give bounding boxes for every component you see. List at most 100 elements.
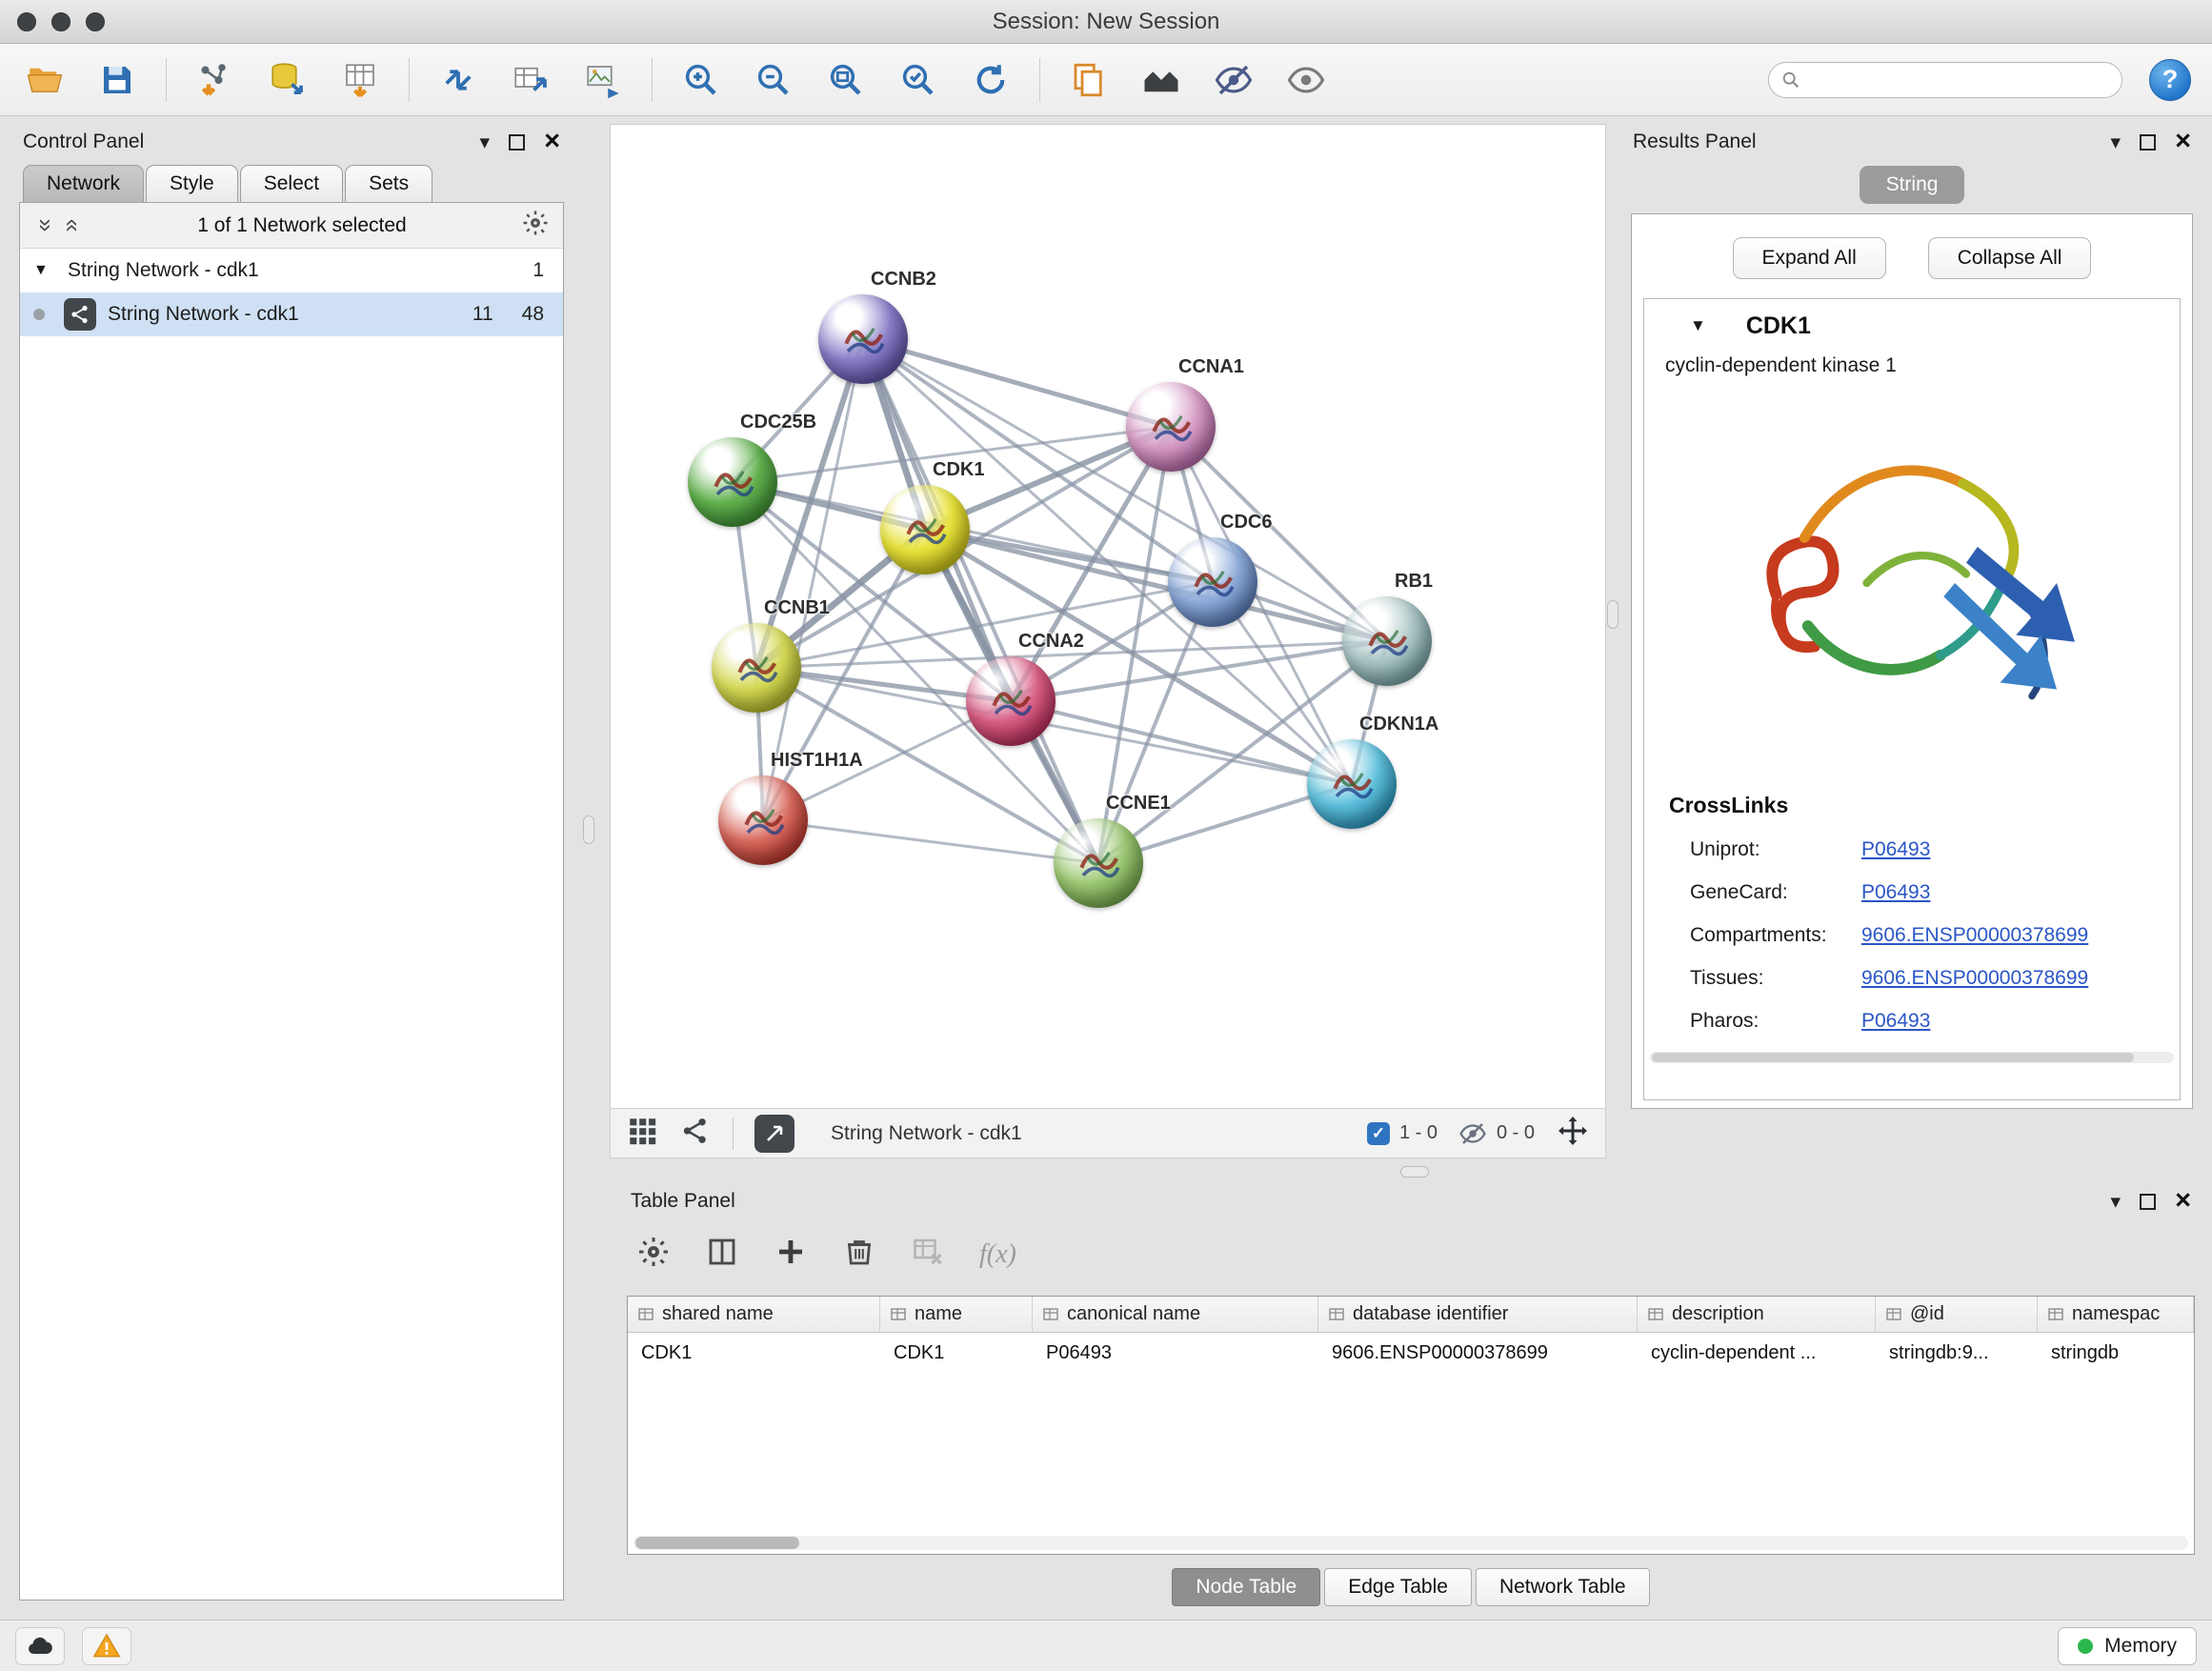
table-row[interactable]: CDK1CDK1P064939606.ENSP00000378699cyclin… xyxy=(628,1333,2194,1373)
column-header--id[interactable]: @id xyxy=(1876,1297,2038,1332)
node-CCNB1[interactable] xyxy=(712,623,801,713)
table-cell: cyclin-dependent ... xyxy=(1638,1333,1876,1373)
export-network-button[interactable] xyxy=(434,55,482,105)
search-input[interactable] xyxy=(1809,69,2110,91)
search-icon xyxy=(1780,70,1801,91)
column-header-shared-name[interactable]: shared name xyxy=(628,1297,880,1332)
vertical-splitter-handle[interactable] xyxy=(583,815,594,844)
tab-sets[interactable]: Sets xyxy=(345,165,432,202)
column-header-name[interactable]: name xyxy=(880,1297,1033,1332)
add-column-icon[interactable] xyxy=(774,1235,808,1275)
tab-network[interactable]: Network xyxy=(23,165,144,202)
close-panel-icon[interactable]: × xyxy=(2175,1190,2191,1212)
network-list-icon[interactable] xyxy=(679,1115,712,1153)
float-panel-icon[interactable] xyxy=(2140,1194,2156,1210)
crosslink-link[interactable]: P06493 xyxy=(1861,881,1930,904)
close-panel-icon[interactable]: × xyxy=(544,131,560,152)
tab-network-table[interactable]: Network Table xyxy=(1476,1568,1650,1606)
cloud-icon[interactable] xyxy=(15,1627,65,1665)
collapse-panel-icon[interactable]: ▾ xyxy=(2111,1192,2122,1212)
memory-button[interactable]: Memory xyxy=(2058,1627,2197,1665)
import-table-button[interactable] xyxy=(336,55,384,105)
toolbar-separator xyxy=(166,58,167,102)
node-CDC6[interactable] xyxy=(1168,537,1257,627)
grid-view-icon[interactable] xyxy=(626,1115,658,1153)
protein-section-header[interactable]: ▼ CDK1 xyxy=(1644,299,2180,352)
tab-style[interactable]: Style xyxy=(146,165,238,202)
column-header-namespac[interactable]: namespac xyxy=(2038,1297,2194,1332)
crosslink-link[interactable]: 9606.ENSP00000378699 xyxy=(1861,967,2088,990)
zoom-out-button[interactable] xyxy=(750,55,797,105)
selected-checkbox-icon[interactable]: ✓ xyxy=(1367,1122,1390,1145)
network-row[interactable]: String Network - cdk1 11 48 xyxy=(20,292,563,336)
collection-caret-icon[interactable]: ▼ xyxy=(33,262,56,279)
expand-all-icon[interactable]: » xyxy=(57,213,85,238)
node-CCNA2[interactable] xyxy=(966,656,1056,746)
float-panel-icon[interactable] xyxy=(509,134,525,151)
tab-string[interactable]: String xyxy=(1860,166,1965,204)
help-button[interactable]: ? xyxy=(2149,59,2191,101)
collapse-all-icon[interactable]: » xyxy=(32,213,60,238)
node-CCNE1[interactable] xyxy=(1054,818,1143,908)
home-button[interactable] xyxy=(1137,55,1185,105)
network-canvas[interactable]: CCNB2CCNA1CDC25BCDK1CDC6RB1CCNB1CCNA2CDK… xyxy=(611,125,1605,1108)
export-image-button[interactable] xyxy=(579,55,627,105)
save-session-button[interactable] xyxy=(93,55,141,105)
horizontal-splitter-handle[interactable] xyxy=(1400,1166,1429,1178)
toolbar-search-field[interactable] xyxy=(1768,62,2122,98)
node-HIST1H1A[interactable] xyxy=(718,775,808,865)
control-panel: Control Panel ▾ × NetworkStyleSelectSets… xyxy=(10,124,573,1608)
import-network-database-button[interactable] xyxy=(264,55,312,105)
close-panel-icon[interactable]: × xyxy=(2175,131,2191,152)
delete-column-icon[interactable] xyxy=(842,1235,876,1275)
node-CDC25B[interactable] xyxy=(688,437,777,527)
warning-icon[interactable] xyxy=(82,1627,131,1665)
table-horizontal-scrollbar[interactable] xyxy=(633,1536,2188,1550)
column-header-database-identifier[interactable]: database identifier xyxy=(1318,1297,1638,1332)
show-columns-icon[interactable] xyxy=(705,1235,739,1275)
crosslink-link[interactable]: P06493 xyxy=(1861,838,1930,861)
zoom-fit-button[interactable] xyxy=(822,55,870,105)
network-collection-row[interactable]: ▼ String Network - cdk1 1 xyxy=(20,249,563,292)
node-CDKN1A[interactable] xyxy=(1307,739,1397,829)
collapse-panel-icon[interactable]: ▾ xyxy=(480,132,491,152)
detach-view-button[interactable] xyxy=(754,1115,794,1153)
node-CDK1[interactable] xyxy=(880,485,970,574)
table-cell: P06493 xyxy=(1033,1333,1318,1373)
table-settings-gear-icon[interactable] xyxy=(636,1235,671,1275)
crosslink-label: Compartments: xyxy=(1690,924,1861,947)
tab-edge-table[interactable]: Edge Table xyxy=(1324,1568,1472,1606)
open-session-button[interactable] xyxy=(21,55,69,105)
column-header-description[interactable]: description xyxy=(1638,1297,1876,1332)
node-CCNB2[interactable] xyxy=(818,294,908,384)
maximize-window-button[interactable] xyxy=(86,12,105,31)
import-network-file-button[interactable] xyxy=(191,55,239,105)
results-panel-title: Results Panel xyxy=(1633,131,1757,153)
zoom-in-button[interactable] xyxy=(677,55,725,105)
export-table-button[interactable] xyxy=(507,55,554,105)
document-export-button[interactable] xyxy=(1065,55,1113,105)
show-details-button[interactable] xyxy=(1282,55,1330,105)
column-header-canonical-name[interactable]: canonical name xyxy=(1033,1297,1318,1332)
tab-select[interactable]: Select xyxy=(240,165,343,202)
crosslink-link[interactable]: P06493 xyxy=(1861,1010,1930,1033)
minimize-window-button[interactable] xyxy=(51,12,70,31)
results-scrollbar[interactable] xyxy=(1650,1052,2174,1063)
crosslinks-heading: CrossLinks xyxy=(1644,774,2180,828)
pan-mode-icon[interactable] xyxy=(1556,1114,1590,1154)
node-CCNA1[interactable] xyxy=(1126,382,1216,472)
network-options-gear-icon[interactable] xyxy=(521,209,550,243)
section-caret-icon[interactable]: ▼ xyxy=(1690,316,1706,335)
zoom-selected-button[interactable] xyxy=(895,55,942,105)
close-window-button[interactable] xyxy=(17,12,36,31)
expand-all-button[interactable]: Expand All xyxy=(1733,237,1886,279)
vertical-splitter-handle[interactable] xyxy=(1607,600,1619,629)
float-panel-icon[interactable] xyxy=(2140,134,2156,151)
collapse-panel-icon[interactable]: ▾ xyxy=(2111,132,2122,152)
node-RB1[interactable] xyxy=(1342,596,1432,686)
hide-details-button[interactable] xyxy=(1210,55,1257,105)
tab-node-table[interactable]: Node Table xyxy=(1172,1568,1320,1606)
collapse-all-button[interactable]: Collapse All xyxy=(1928,237,2092,279)
crosslink-link[interactable]: 9606.ENSP00000378699 xyxy=(1861,924,2088,947)
refresh-view-button[interactable] xyxy=(967,55,1015,105)
